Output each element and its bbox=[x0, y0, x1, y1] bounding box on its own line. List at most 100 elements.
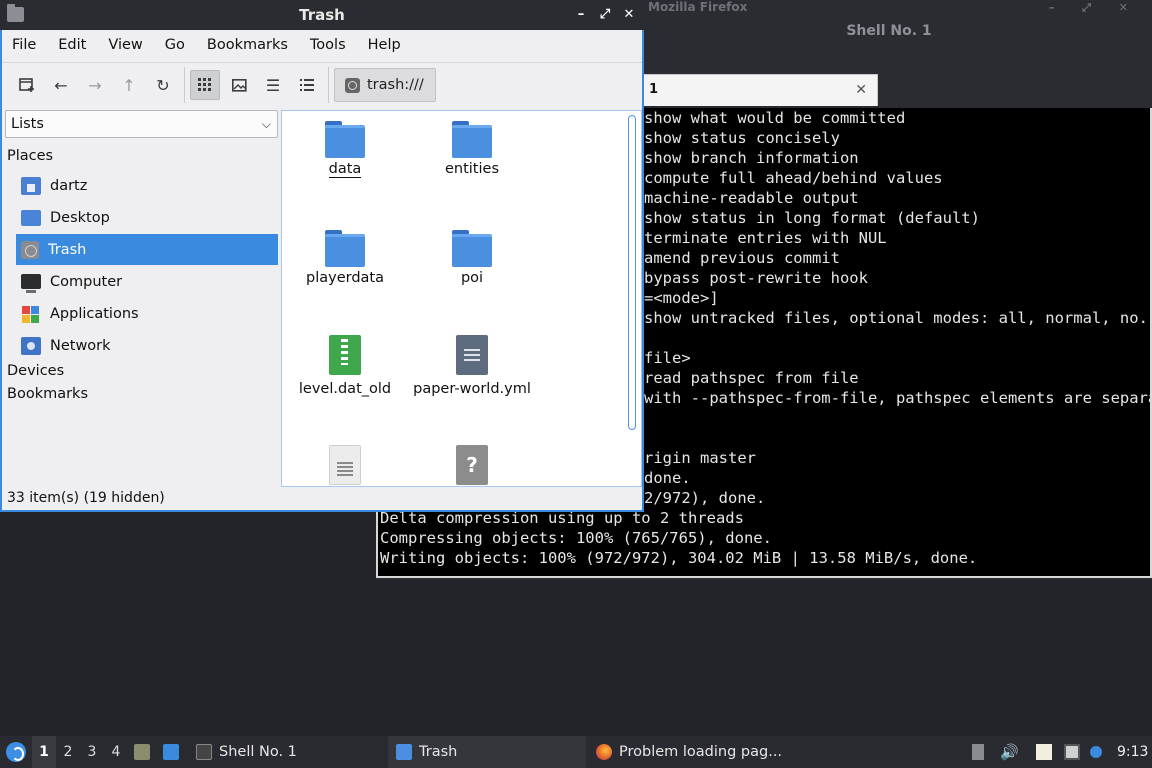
task-trash[interactable]: Trash bbox=[388, 736, 586, 768]
menu-help[interactable]: Help bbox=[368, 30, 401, 60]
sidebar-item-trash[interactable]: Trash bbox=[16, 234, 278, 265]
file-item[interactable]: entities bbox=[412, 121, 532, 177]
sidebar-item-label: dartz bbox=[50, 177, 88, 194]
sidebar-mode-value: Lists bbox=[11, 116, 44, 132]
clock[interactable]: 9:13 bbox=[1117, 736, 1148, 768]
up-arrow-icon[interactable]: ↑ bbox=[114, 70, 144, 100]
file-item[interactable]: paper-world.yml bbox=[412, 335, 532, 397]
sidebar-item-desktop[interactable]: Desktop bbox=[16, 202, 278, 233]
file-name: poi bbox=[460, 270, 484, 286]
menu-go[interactable]: Go bbox=[165, 30, 185, 60]
plain-document-icon bbox=[329, 445, 361, 485]
tray-updates[interactable] bbox=[1090, 736, 1102, 768]
detailed-list-view-icon[interactable] bbox=[292, 70, 322, 100]
task-label: Shell No. 1 bbox=[219, 744, 297, 760]
status-bar: 33 item(s) (19 hidden) bbox=[7, 490, 165, 506]
menu-file[interactable]: File bbox=[12, 30, 36, 60]
file-name: entities bbox=[444, 161, 499, 177]
file-manager-window[interactable]: Trash – ⤢ ✕ File Edit View Go Bookmarks … bbox=[0, 0, 644, 512]
sidebar-item-label: Network bbox=[50, 337, 111, 354]
maximize-icon[interactable]: ⤢ bbox=[598, 8, 612, 22]
reload-icon[interactable]: ↻ bbox=[148, 70, 178, 100]
menu-tools[interactable]: Tools bbox=[310, 30, 346, 60]
tray-network[interactable] bbox=[1064, 736, 1080, 768]
sidebar-item-label: Trash bbox=[48, 241, 87, 258]
compact-view-icon[interactable]: ☰ bbox=[258, 70, 288, 100]
location-bar[interactable]: trash:/// bbox=[334, 68, 436, 102]
network-status-icon bbox=[1064, 744, 1080, 760]
firefox-window-titlebar[interactable]: Mozilla Firefox – ⤢ ✕ bbox=[640, 0, 1152, 16]
terminal-line: Writing objects: 100% (972/972), 304.02 … bbox=[380, 549, 978, 567]
quicklaunch-files[interactable] bbox=[134, 736, 157, 768]
file-name: level.dat_old bbox=[298, 381, 392, 397]
terminal-tab-label: 1 bbox=[649, 82, 659, 97]
desktop-icon bbox=[21, 209, 41, 226]
volume-icon: 🔊 bbox=[1000, 743, 1019, 761]
close-icon[interactable]: ✕ bbox=[622, 8, 636, 22]
menu-bookmarks[interactable]: Bookmarks bbox=[207, 30, 288, 60]
task-firefox[interactable]: Problem loading pag... bbox=[588, 736, 788, 768]
devices-heading[interactable]: Devices bbox=[7, 363, 64, 379]
bookmarks-heading[interactable]: Bookmarks bbox=[7, 386, 88, 402]
menu-view[interactable]: View bbox=[108, 30, 142, 60]
file-item[interactable]: playerdata bbox=[285, 230, 405, 286]
menu-edit[interactable]: Edit bbox=[58, 30, 86, 60]
sidebar-item-network[interactable]: Network bbox=[16, 330, 278, 361]
workspace-1[interactable]: 1 bbox=[32, 736, 56, 768]
tray-notes[interactable] bbox=[1036, 736, 1052, 768]
location-path: trash:/// bbox=[367, 77, 424, 93]
file-manager-titlebar[interactable]: Trash – ⤢ ✕ bbox=[0, 0, 644, 30]
workspace-2[interactable]: 2 bbox=[56, 736, 80, 768]
search-icon bbox=[345, 77, 360, 93]
file-manager-launcher-icon bbox=[134, 744, 150, 760]
sidebar-mode-select[interactable]: Lists ⌵ bbox=[5, 110, 278, 138]
archive-file-icon bbox=[329, 335, 361, 375]
file-item[interactable]: poi bbox=[412, 230, 532, 286]
tray-volume[interactable]: 🔊 bbox=[1000, 736, 1019, 768]
task-terminal[interactable]: Shell No. 1 bbox=[188, 736, 388, 768]
folder-icon bbox=[325, 230, 365, 267]
network-icon bbox=[21, 336, 41, 355]
thumbnail-view-icon[interactable] bbox=[224, 70, 254, 100]
forward-arrow-icon[interactable]: → bbox=[80, 70, 110, 100]
file-name: data bbox=[328, 161, 362, 178]
sidebar-item-label: Applications bbox=[50, 305, 139, 322]
workspace-3[interactable]: 3 bbox=[80, 736, 104, 768]
new-tab-icon[interactable] bbox=[12, 70, 42, 100]
minimize-icon[interactable]: – bbox=[574, 8, 588, 22]
sidebar-item-computer[interactable]: Computer bbox=[16, 266, 278, 297]
folder-icon bbox=[325, 121, 365, 158]
start-menu-button[interactable] bbox=[6, 736, 26, 768]
file-item[interactable] bbox=[285, 445, 405, 486]
quicklaunch-desktop[interactable] bbox=[163, 736, 186, 768]
file-item[interactable]: level.dat_old bbox=[285, 335, 405, 397]
text-file-icon bbox=[456, 335, 488, 375]
file-view[interactable]: data entities playerdata poi level.dat_o… bbox=[281, 110, 642, 487]
vertical-scrollbar[interactable] bbox=[628, 115, 636, 430]
task-label: Problem loading pag... bbox=[619, 744, 783, 760]
notes-icon bbox=[1036, 744, 1052, 760]
firefox-icon bbox=[596, 744, 612, 760]
sidebar-item-home[interactable]: dartz bbox=[16, 170, 278, 201]
menubar: File Edit View Go Bookmarks Tools Help bbox=[2, 30, 642, 60]
sidebar-item-applications[interactable]: Applications bbox=[16, 298, 278, 329]
terminal-tab[interactable]: 1 ✕ bbox=[640, 74, 878, 106]
back-arrow-icon[interactable]: ← bbox=[46, 70, 76, 100]
folder-icon bbox=[452, 230, 492, 267]
icon-view-icon[interactable] bbox=[190, 70, 220, 100]
file-item[interactable]: ? bbox=[412, 445, 532, 486]
file-name: paper-world.yml bbox=[413, 381, 531, 397]
firefox-window-title: Mozilla Firefox bbox=[648, 0, 748, 14]
workspace-4[interactable]: 4 bbox=[104, 736, 128, 768]
close-tab-icon[interactable]: ✕ bbox=[855, 75, 867, 105]
terminal-line: Compressing objects: 100% (765/765), don… bbox=[380, 529, 772, 547]
computer-icon bbox=[21, 274, 41, 293]
firefox-window-controls[interactable]: – ⤢ ✕ bbox=[1049, 1, 1140, 15]
trash-icon bbox=[21, 240, 39, 259]
places-heading[interactable]: Places bbox=[7, 148, 53, 164]
sidebar-item-label: Computer bbox=[50, 273, 123, 290]
file-item[interactable]: data bbox=[285, 121, 405, 178]
tray-clipboard[interactable] bbox=[972, 736, 984, 768]
show-desktop-icon bbox=[163, 744, 179, 760]
sidebar-item-label: Desktop bbox=[50, 209, 110, 226]
